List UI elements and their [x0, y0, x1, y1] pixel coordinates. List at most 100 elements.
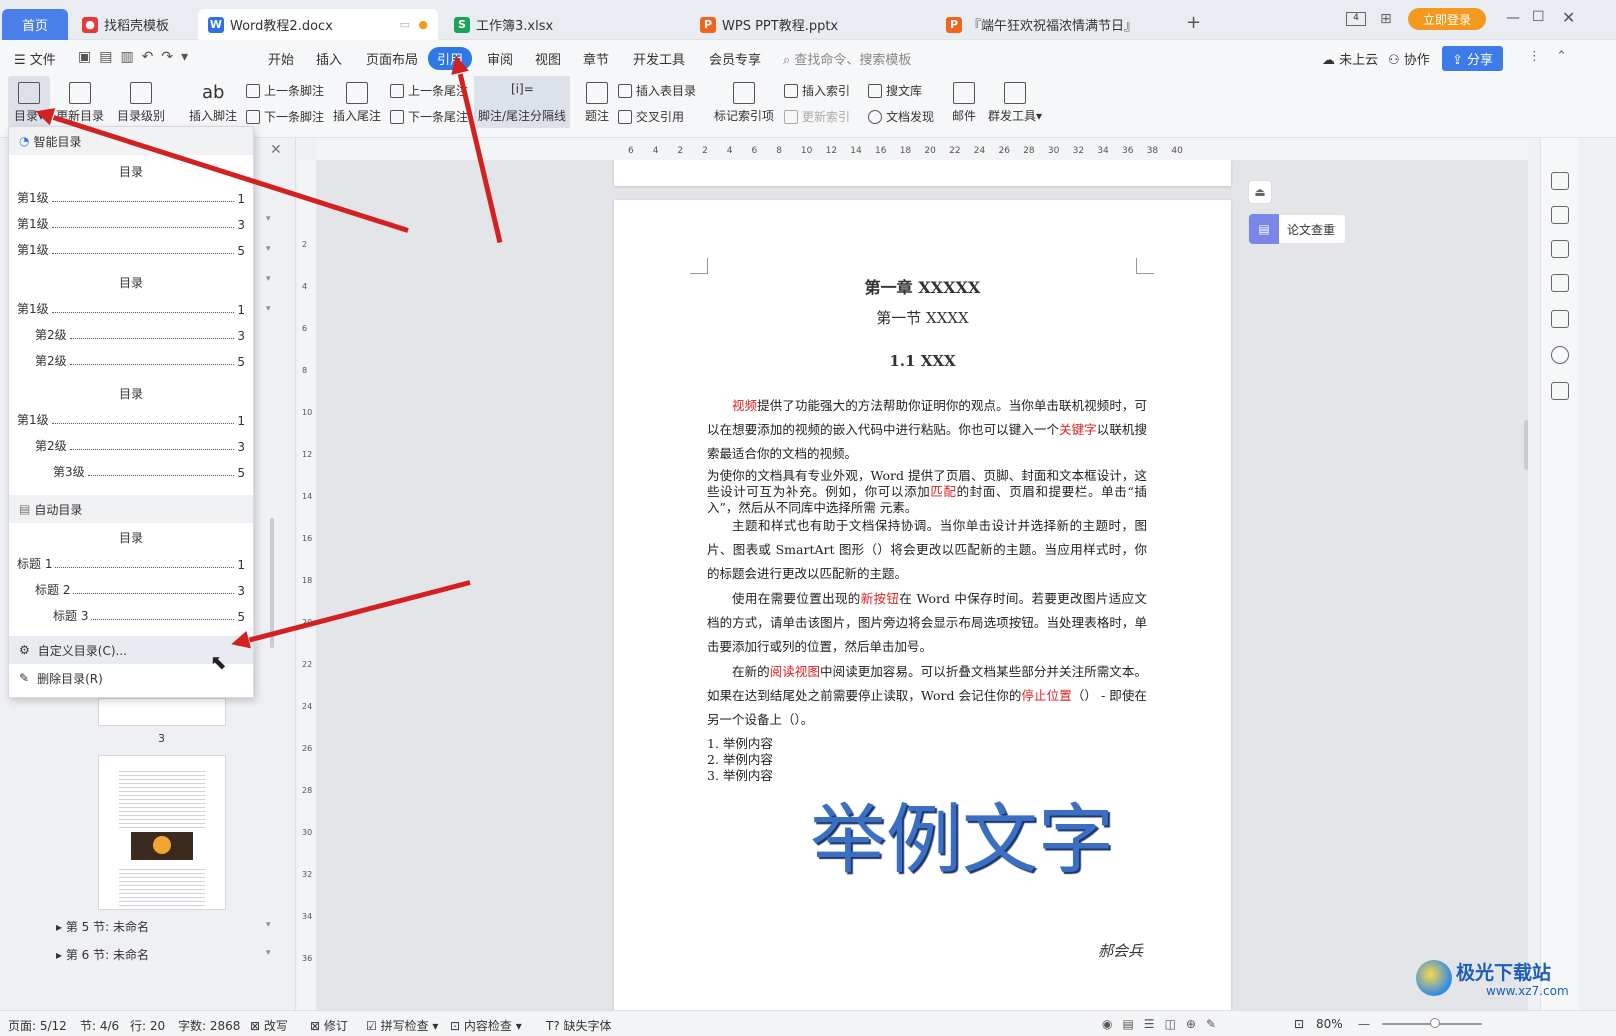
ppt-icon: P — [700, 16, 716, 33]
zoom-level[interactable]: 80% — [1316, 1017, 1343, 1031]
maximize-icon[interactable]: ☐ — [1532, 9, 1545, 25]
insert-index-button[interactable]: 插入索引 — [784, 82, 850, 99]
mark-index-icon — [733, 82, 755, 104]
screen-icon[interactable]: ▭ — [400, 18, 410, 31]
chevron-down-icon[interactable]: ▾ — [266, 304, 271, 314]
next-endnote-button[interactable]: 下一条尾注 — [390, 108, 468, 125]
track-changes-toggle[interactable]: ⊠ 修订 — [310, 1017, 348, 1034]
chevron-down-icon[interactable]: ▾ — [266, 920, 271, 930]
menu-page-layout[interactable]: 页面布局 — [366, 49, 418, 68]
close-panel-icon[interactable]: ✕ — [270, 142, 282, 158]
nav-scrollbar[interactable] — [270, 518, 274, 648]
tab-docer-templates[interactable]: ● 找稻壳模板 — [72, 9, 194, 40]
cloud-status[interactable]: ☁ 未上云 — [1322, 49, 1378, 68]
collab-button[interactable]: ⚇ 协作 — [1388, 49, 1430, 68]
new-tab-button[interactable]: + — [1186, 12, 1201, 33]
more-icon[interactable]: ⋮ — [1528, 49, 1541, 64]
auto-toc-option[interactable]: 目录 标题 1 1 标题 2 3 标题 3 5 — [9, 523, 253, 635]
toc-level-text: 第1级 — [17, 191, 49, 205]
search-lib-button[interactable]: 搜文库 — [868, 82, 922, 99]
document-area[interactable]: 第一章 XXXXX 第一节 XXXX 1.1 XXX 视频提供了功能强大的方法帮… — [316, 160, 1528, 1010]
chevron-down-icon[interactable]: ▾ — [266, 274, 271, 284]
toc-level-button[interactable]: 目录级别 — [112, 82, 170, 124]
share-icon: ⇪ — [1452, 53, 1468, 68]
quick-access-icons[interactable]: ▣▤▥↶↷▾ — [78, 49, 196, 65]
cursor-icon[interactable] — [1551, 240, 1569, 258]
view-mode-icons[interactable]: ◉▤☰◫⊕✎ — [1102, 1017, 1226, 1031]
zoom-slider[interactable] — [1382, 1018, 1482, 1028]
minimize-icon[interactable]: — — [1506, 10, 1520, 26]
document-page[interactable]: 第一章 XXXXX 第一节 XXXX 1.1 XXX 视频提供了功能强大的方法帮… — [614, 200, 1231, 1010]
prev-endnote-button[interactable]: 上一条尾注 — [390, 82, 468, 99]
update-index-button[interactable]: 更新索引 — [784, 108, 850, 125]
doc-scrollbar[interactable] — [1524, 420, 1528, 470]
spell-check-button[interactable]: ☑ 拼写检查 ▾ — [366, 1017, 438, 1034]
menu-member[interactable]: 会员专享 — [709, 49, 761, 68]
grid-apps-icon[interactable]: ⊞ — [1380, 11, 1392, 27]
page-count[interactable]: 页面: 5/12 — [8, 1017, 67, 1034]
book-icon[interactable] — [1551, 382, 1569, 400]
login-button[interactable]: 立即登录 — [1408, 8, 1486, 30]
rocket-icon[interactable] — [1551, 172, 1569, 190]
tab-word-doc[interactable]: W Word教程2.docx ▭ ● — [198, 9, 438, 40]
cloud-icon: ☁ — [1322, 53, 1340, 68]
tab-ppt[interactable]: P WPS PPT教程.pptx — [690, 9, 930, 40]
zoom-slider-thumb[interactable] — [1430, 1018, 1440, 1028]
list-item: 2. 举例内容 — [707, 752, 773, 767]
nav-section-6[interactable]: ▸ 第 6 节: 未命名 — [56, 946, 149, 963]
chevron-down-icon[interactable]: ▾ — [266, 244, 271, 254]
separator-button[interactable]: [i]= 脚注/尾注分隔线 — [474, 76, 570, 128]
ruler-tick: 32 — [1072, 146, 1085, 156]
batch-tools-button[interactable]: 群发工具▾ — [986, 82, 1044, 124]
ruler-tick: 26 — [302, 744, 313, 753]
horizontal-ruler[interactable]: 6 4 2 2 4 6 8 10 12 14 16 18 20 22 24 26 28 30 32 34 36 38 40 — [316, 138, 1528, 160]
caption-button[interactable]: 题注 — [584, 82, 610, 124]
paper-check-button[interactable]: ▤ 论文查重 — [1248, 214, 1346, 244]
tab-ppt-festival[interactable]: P 『端午狂欢祝福浓情满节日』 — [936, 9, 1164, 40]
menu-insert[interactable]: 插入 — [316, 49, 342, 68]
share-button[interactable]: ⇪ 分享 — [1442, 46, 1504, 71]
insert-footnote-button[interactable]: ab 插入脚注 — [188, 82, 238, 124]
close-window-icon[interactable]: ✕ — [1562, 8, 1575, 27]
menu-dev-tools[interactable]: 开发工具 — [633, 49, 685, 68]
tab-home[interactable]: 首页 — [2, 9, 68, 40]
vertical-ruler[interactable]: 24681012141618202224262830323436 — [298, 160, 316, 1010]
view-count-icon[interactable]: 4 — [1346, 12, 1366, 26]
insert-endnote-button[interactable]: 插入尾注 — [332, 82, 382, 124]
tab-excel[interactable]: S 工作簿3.xlsx — [444, 9, 684, 40]
zoom-out-icon[interactable]: — — [1358, 1017, 1370, 1031]
pen-icon[interactable] — [1551, 206, 1569, 224]
insert-tof-button[interactable]: 插入表目录 — [618, 82, 696, 99]
doc-discover-button[interactable]: 文档发现 — [868, 108, 934, 125]
collapse-ribbon-icon[interactable]: ⌃ — [1556, 49, 1567, 64]
search-command[interactable]: ⌕ 查找命令、搜索模板 — [783, 49, 911, 68]
lightning-icon[interactable] — [1551, 346, 1569, 364]
missing-font-button[interactable]: T? 缺失字体 — [546, 1017, 612, 1034]
menu-start[interactable]: 开始 — [268, 49, 294, 68]
file-menu[interactable]: ☰ 文件 — [14, 49, 56, 68]
word-count[interactable]: 字数: 2868 — [178, 1017, 240, 1034]
collapse-icon[interactable]: ⏏ — [1248, 180, 1272, 204]
mark-index-button[interactable]: 标记索引项 — [714, 82, 774, 124]
nav-section-5[interactable]: ▸ 第 5 节: 未命名 — [56, 918, 149, 935]
mail-button[interactable]: 邮件 — [950, 82, 978, 124]
toc-dot-leader — [51, 201, 235, 202]
menu-view[interactable]: 视图 — [535, 49, 561, 68]
chevron-down-icon[interactable]: ▾ — [266, 948, 271, 958]
sliders-icon[interactable] — [1551, 274, 1569, 292]
menu-chapter[interactable]: 章节 — [583, 49, 609, 68]
site-watermark: 极光下载站 www.xz7.com — [1416, 956, 1612, 1012]
toc-style-option[interactable]: 目录 第1级 1 第2级 3 第3级 5 — [9, 377, 253, 488]
page-thumbnail-4[interactable] — [98, 755, 226, 910]
cross-ref-button[interactable]: 交叉引用 — [618, 108, 684, 125]
content-check-button[interactable]: ⊡ 内容检查 ▾ — [450, 1017, 522, 1034]
toc-style-option[interactable]: 目录 第1级 1 第2级 3 第2级 5 — [9, 266, 253, 377]
menu-review[interactable]: 审阅 — [487, 49, 513, 68]
next-footnote-button[interactable]: 下一条脚注 — [246, 108, 324, 125]
page-thumbnail-3[interactable] — [98, 698, 226, 726]
fit-page-icon[interactable]: ⊡ — [1294, 1017, 1304, 1031]
overwrite-toggle[interactable]: ⊠ 改写 — [250, 1017, 288, 1034]
chevron-down-icon[interactable]: ▾ — [266, 214, 271, 224]
prev-footnote-button[interactable]: 上一条脚注 — [246, 82, 324, 99]
image-icon[interactable] — [1551, 310, 1569, 328]
